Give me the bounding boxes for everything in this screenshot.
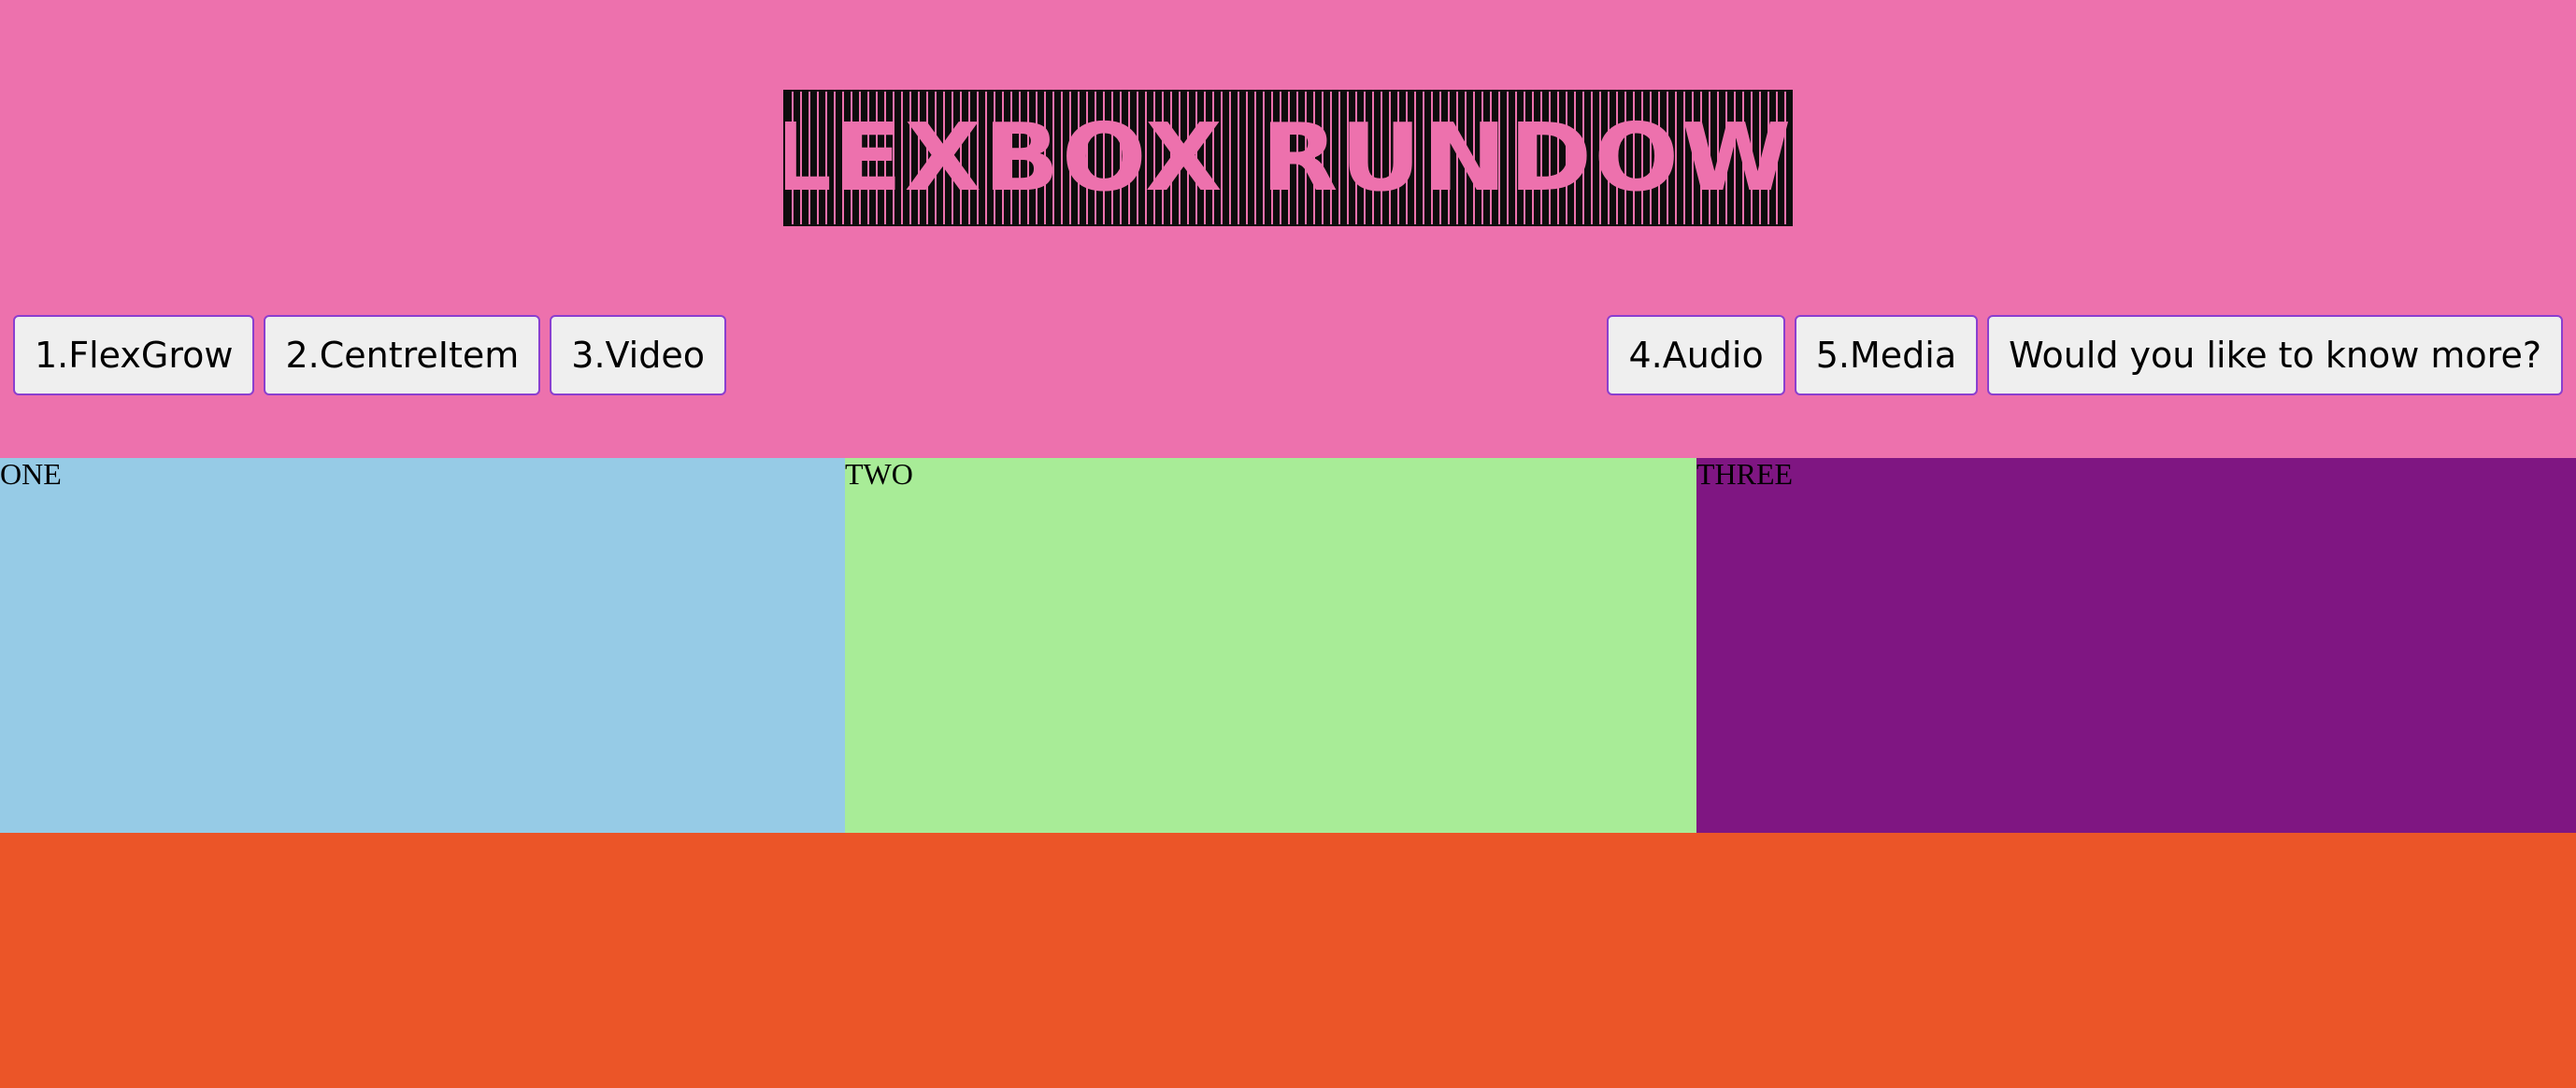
logo: FLEXBOX RUNDOWN: [783, 90, 1793, 226]
nav-button-know-more[interactable]: Would you like to know more?: [1987, 315, 2563, 395]
nav-button-centreitem[interactable]: 2.CentreItem: [264, 315, 541, 395]
panel-one-label: ONE: [0, 457, 62, 491]
panel-three: THREE: [1696, 457, 2576, 833]
nav-group-left: 1.FlexGrow 2.CentreItem 3.Video: [13, 315, 726, 395]
nav-button-media[interactable]: 5.Media: [1794, 315, 1979, 395]
nav-bar: 1.FlexGrow 2.CentreItem 3.Video 4.Audio …: [13, 315, 2563, 395]
nav-button-audio[interactable]: 4.Audio: [1607, 315, 1785, 395]
panel-one: ONE: [0, 457, 845, 833]
logo-text: FLEXBOX RUNDOWN: [785, 103, 1793, 212]
site-footer: [0, 833, 2576, 1088]
panel-two: TWO: [845, 457, 1696, 833]
nav-button-video[interactable]: 3.Video: [550, 315, 726, 395]
site-header: FLEXBOX RUNDOWN 1.FlexGrow 2.CentreItem …: [0, 0, 2576, 458]
panel-two-label: TWO: [845, 457, 913, 491]
panel-three-label: THREE: [1696, 457, 1794, 491]
panels-row: ONE TWO THREE: [0, 457, 2576, 833]
nav-group-right: 4.Audio 5.Media Would you like to know m…: [1607, 315, 2563, 395]
nav-button-flexgrow[interactable]: 1.FlexGrow: [13, 315, 255, 395]
